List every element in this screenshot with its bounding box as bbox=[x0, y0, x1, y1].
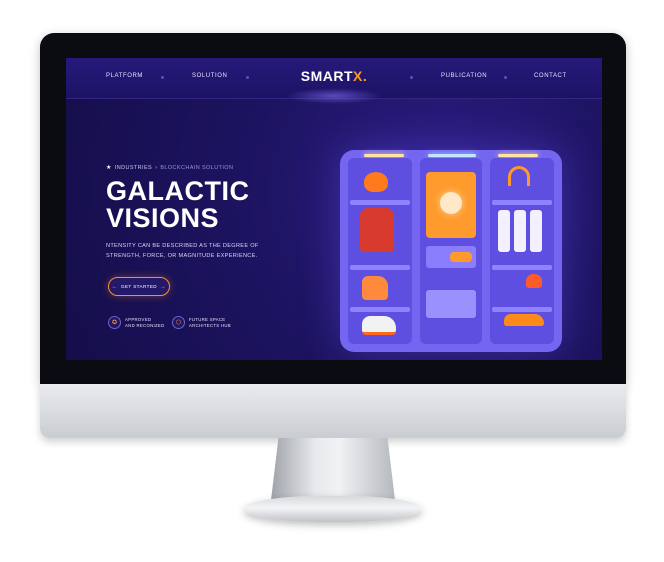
nav-separator-dot bbox=[410, 76, 413, 79]
shelf-light bbox=[364, 154, 404, 157]
breadcrumb-industries[interactable]: INDUSTRIES bbox=[115, 165, 152, 171]
arrow-right-icon: → bbox=[160, 283, 167, 290]
shelf-light bbox=[428, 154, 476, 157]
badge-approved: ✪ APPROVED AND RECONIZED bbox=[108, 316, 164, 329]
shelf bbox=[350, 200, 410, 205]
shelf-light bbox=[498, 154, 538, 157]
keypad bbox=[450, 252, 472, 262]
glowing-orb bbox=[440, 192, 462, 214]
jacket-item bbox=[360, 208, 394, 252]
nav-link-contact[interactable]: CONTACT bbox=[534, 73, 567, 79]
logo-accent-text: X. bbox=[353, 68, 368, 84]
hero-title-line-1: GALACTIC bbox=[106, 176, 250, 206]
shirt-item bbox=[498, 210, 510, 252]
get-started-label: GET STARTED bbox=[120, 284, 158, 289]
shelf bbox=[350, 265, 410, 270]
safe-box bbox=[426, 290, 476, 318]
sneaker-item bbox=[362, 276, 388, 300]
site-logo[interactable]: SMARTX. bbox=[299, 68, 369, 84]
nav-separator-dot bbox=[161, 76, 164, 79]
nav-link-publication[interactable]: PUBLICATION bbox=[441, 73, 487, 79]
star-icon: ★ bbox=[106, 165, 112, 171]
hero-title-line-2: VISIONS bbox=[106, 203, 220, 233]
hub-icon: ⬡ bbox=[172, 316, 185, 329]
top-navigation: PLATFORM SOLUTION SMARTX. PUBLICATION CO… bbox=[66, 58, 602, 104]
breadcrumb-separator: › bbox=[155, 165, 158, 171]
breadcrumb: ★ INDUSTRIES › BLOCKCHAIN SOLUTION bbox=[106, 164, 233, 171]
toy-car-item bbox=[504, 314, 544, 326]
monitor-chin bbox=[40, 384, 626, 438]
wardrobe-illustration bbox=[340, 150, 562, 352]
award-icon: ✪ bbox=[108, 316, 121, 329]
monitor-stand-base bbox=[244, 496, 422, 522]
logo-glow bbox=[286, 88, 382, 104]
cap-item bbox=[526, 274, 542, 288]
helmet-item bbox=[364, 172, 388, 192]
nav-separator-dot bbox=[246, 76, 249, 79]
website-screen: PLATFORM SOLUTION SMARTX. PUBLICATION CO… bbox=[66, 58, 602, 360]
nav-link-platform[interactable]: PLATFORM bbox=[106, 73, 143, 79]
badge-architects: ⬡ FUTURE SPACE ARCHITECTS HUB bbox=[172, 316, 231, 329]
breadcrumb-blockchain-solution[interactable]: BLOCKCHAIN SOLUTION bbox=[160, 165, 233, 171]
shelf bbox=[350, 307, 410, 312]
shoe-item bbox=[362, 316, 396, 335]
arrow-left-icon: ← bbox=[111, 283, 118, 290]
shelf bbox=[492, 200, 552, 205]
shirt-item bbox=[514, 210, 526, 252]
shirt-item bbox=[530, 210, 542, 252]
hero-title: GALACTIC VISIONS bbox=[106, 178, 306, 232]
shelf bbox=[492, 307, 552, 312]
headphones-item bbox=[508, 166, 530, 186]
badge-architects-text: FUTURE SPACE ARCHITECTS HUB bbox=[189, 317, 231, 328]
nav-separator-dot bbox=[504, 76, 507, 79]
nav-link-solution[interactable]: SOLUTION bbox=[192, 73, 227, 79]
hero-description: NTENSITY CAN BE DESCRIBED AS THE DEGREE … bbox=[106, 243, 259, 259]
badge-approved-text: APPROVED AND RECONIZED bbox=[125, 317, 165, 328]
logo-main-text: SMART bbox=[300, 68, 354, 84]
shelf bbox=[492, 265, 552, 270]
get-started-button[interactable]: ← GET STARTED → bbox=[108, 277, 170, 296]
monitor-stand-neck bbox=[271, 438, 395, 500]
